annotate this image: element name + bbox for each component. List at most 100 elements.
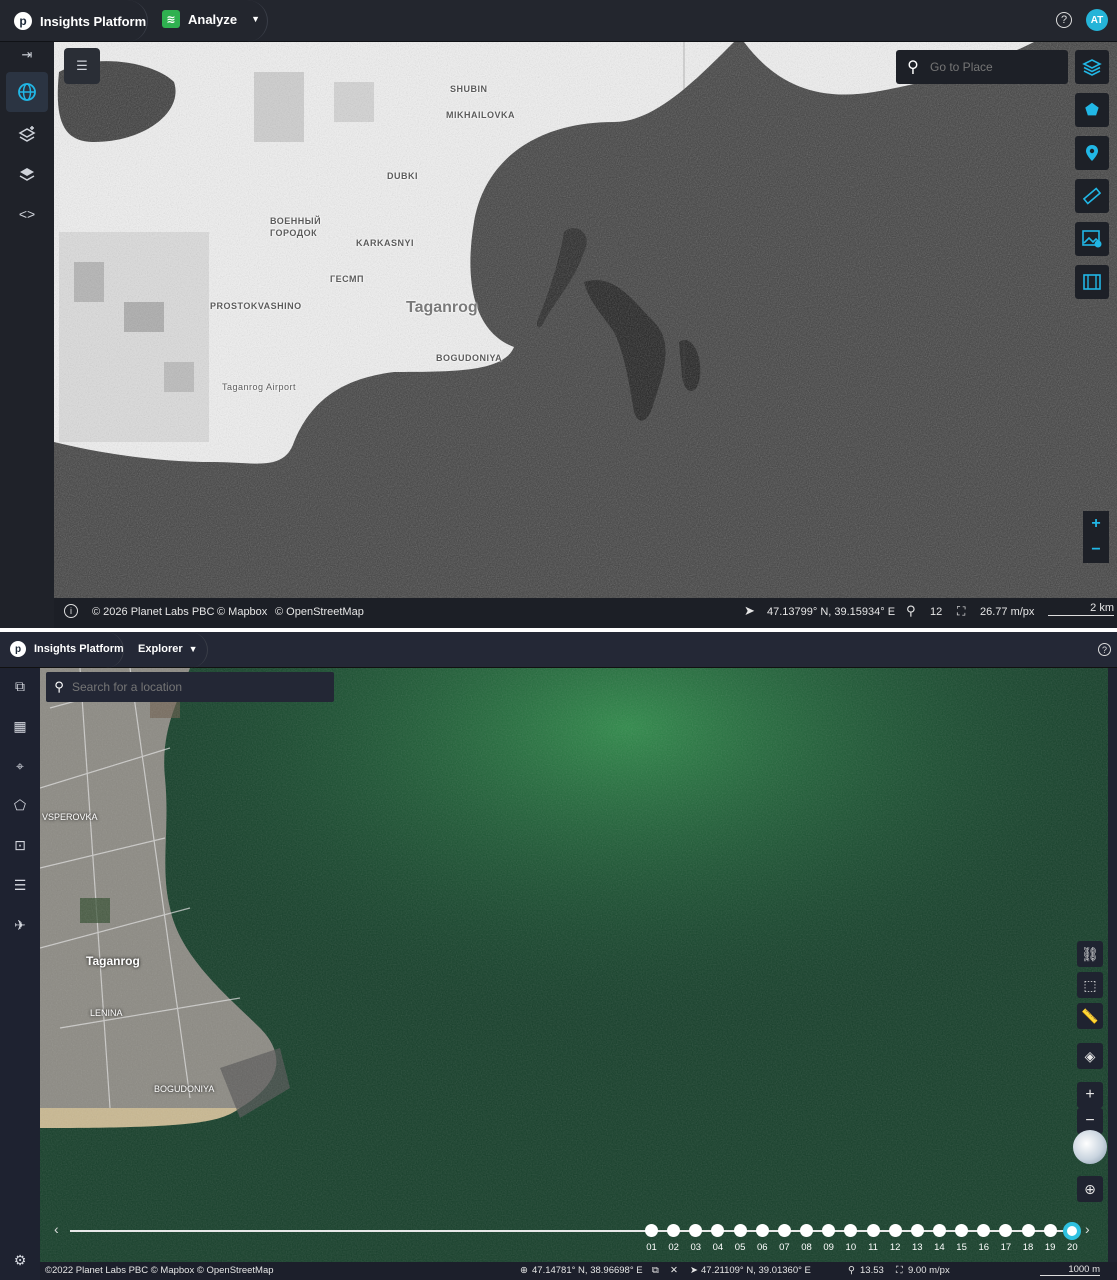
timeline-dot[interactable] (711, 1224, 725, 1237)
coordinates-cursor: 47.21109° N, 39.01360° E (701, 1265, 811, 1276)
search-input[interactable] (72, 680, 312, 694)
timeline-dot[interactable] (822, 1224, 836, 1237)
help-icon[interactable]: ? (1098, 643, 1111, 656)
close-icon[interactable]: ✕ (670, 1265, 678, 1276)
timeline-dot[interactable] (844, 1224, 858, 1237)
timeline-label: 17 (1000, 1242, 1012, 1253)
image-search-icon[interactable]: ⊡ (8, 833, 32, 857)
panel-toggle-icon[interactable]: ☰ (64, 48, 100, 84)
chevron-left-icon[interactable]: ‹ (54, 1221, 59, 1237)
search-icon: ⚲ (907, 59, 919, 76)
map-label: ГОРОДОК (270, 228, 318, 238)
timeline-dot[interactable] (777, 1224, 791, 1237)
copy-icon[interactable]: ⧉ (652, 1265, 659, 1276)
timeline-dot[interactable] (733, 1224, 747, 1237)
timeline-dot[interactable] (932, 1224, 946, 1237)
map-label: MIKHAILOVKA (446, 110, 515, 120)
chevron-right-icon[interactable]: › (1085, 1221, 1090, 1237)
timeline-dot[interactable] (866, 1224, 880, 1237)
zoom-level: 12 (930, 606, 943, 618)
help-icon[interactable]: ? (1056, 12, 1072, 28)
ruler-icon[interactable] (1075, 179, 1109, 213)
copyright-text: ©2022 Planet Labs PBC © Mapbox © OpenStr… (45, 1265, 274, 1276)
info-icon[interactable]: i (64, 604, 78, 618)
top-bar: p Insights Platform Explorer ▼ ? (0, 632, 1117, 668)
mode-label: Analyze (188, 11, 238, 27)
mode-label: Explorer (138, 643, 183, 655)
map-label: Taganrog Airport (222, 382, 297, 392)
divider (100, 632, 124, 668)
timeline-dot[interactable] (1043, 1224, 1057, 1237)
timeline-dot[interactable] (1021, 1224, 1035, 1237)
location-search[interactable]: ⚲ (46, 672, 334, 702)
divider (124, 0, 148, 42)
basemap-layers-icon[interactable] (1075, 50, 1109, 84)
timeline-label: 13 (912, 1242, 923, 1253)
zoom-search-icon[interactable]: ⊕ (1077, 1176, 1103, 1202)
location-pin-icon[interactable]: ⌖ (8, 754, 32, 778)
sar-map[interactable]: SHUBIN MIKHAILOVKA DUBKI ВОЕННЫЙ ГОРОДОК… (54, 42, 1117, 598)
layers-icon[interactable] (6, 154, 48, 194)
sidebar: ⇥ <> (0, 42, 54, 628)
zoom-in-button[interactable]: + (1077, 1082, 1103, 1108)
mapbox-credit[interactable]: © Mapbox (217, 606, 267, 618)
search-icon: ⚲ (54, 679, 64, 694)
optical-map[interactable]: Taganrog VSPEROVKA LENINA BOGUDONIYA ⚲ ⛓… (40, 668, 1108, 1262)
gear-icon[interactable]: ⚙ (8, 1248, 32, 1272)
timeline-label: 18 (1022, 1242, 1034, 1253)
timeline-label: 01 (646, 1242, 657, 1253)
timeline-dot[interactable] (645, 1224, 658, 1237)
status-bar: ©2022 Planet Labs PBC © Mapbox © OpenStr… (40, 1262, 1117, 1280)
collapse-sidebar-icon[interactable]: ⇥ (6, 42, 48, 68)
globe-icon[interactable] (6, 72, 48, 112)
image-info-icon[interactable] (1075, 222, 1109, 256)
ruler-icon[interactable]: 📏 (1077, 1003, 1103, 1029)
polygon-icon[interactable]: ⬟ (1075, 93, 1109, 127)
link-icon[interactable]: ⛓ (1077, 941, 1103, 967)
avatar[interactable]: AT (1086, 9, 1108, 31)
zoom-out-button[interactable]: − (1083, 537, 1109, 563)
pin-icon[interactable] (1075, 136, 1109, 170)
zoom-level: 13.53 (860, 1265, 884, 1276)
resolution: 26.77 m/px (980, 606, 1035, 618)
grid-icon[interactable]: ▦ (8, 714, 32, 738)
map-label: BOGUDONIYA (436, 353, 503, 363)
resolution: 9.00 m/px (908, 1265, 950, 1276)
search-input[interactable] (930, 60, 1060, 74)
timeline-dot[interactable] (1063, 1222, 1082, 1240)
timeline-track (70, 1230, 1076, 1232)
globe-icon[interactable] (1073, 1130, 1107, 1164)
timeline-dot[interactable] (910, 1224, 924, 1237)
add-layer-icon[interactable] (6, 114, 48, 154)
scale-bar: 1000 m (1040, 1264, 1100, 1276)
timeline-label: 15 (956, 1242, 967, 1253)
stacked-images-icon[interactable]: ⧉ (8, 674, 32, 698)
code-icon[interactable]: <> (6, 194, 48, 234)
timeline-label: 20 (1067, 1242, 1078, 1253)
select-area-icon[interactable]: ⬚ (1077, 972, 1103, 998)
timeline-label: 04 (712, 1242, 724, 1253)
explorer-panel: p Insights Platform Explorer ▼ ? ⧉ ▦ ⌖ ⬠… (0, 632, 1117, 1280)
document-icon[interactable]: ☰ (8, 873, 32, 897)
osm-credit[interactable]: © OpenStreetMap (275, 606, 364, 618)
timeline-label: 11 (868, 1242, 878, 1253)
timeline-dot[interactable] (755, 1224, 769, 1237)
timeline-dot[interactable] (888, 1224, 902, 1237)
map-label: DUBKI (387, 171, 418, 181)
film-icon[interactable] (1075, 265, 1109, 299)
timeline-dot[interactable] (977, 1224, 991, 1237)
polygon-icon[interactable]: ⬠ (8, 793, 32, 817)
timeline-dot[interactable] (667, 1224, 681, 1237)
zoom-in-button[interactable]: + (1083, 511, 1109, 537)
planet-logo-icon: p (14, 12, 32, 30)
timeline-dot[interactable] (689, 1224, 703, 1237)
search-box[interactable]: ⚲ (896, 50, 1068, 84)
zoom-icon: ⚲ (848, 1265, 855, 1276)
timeline-dot[interactable] (955, 1224, 969, 1237)
timeline-dot[interactable] (800, 1224, 814, 1237)
satellite-icon[interactable]: ✈ (8, 913, 32, 937)
cursor-arrow-icon: ➤ (690, 1265, 698, 1276)
analyze-panel: p Insights Platform ≋ Analyze ▼ ? AT ⇥ <… (0, 0, 1117, 628)
layers-icon[interactable]: ◈ (1077, 1043, 1103, 1069)
timeline-dot[interactable] (999, 1224, 1013, 1237)
